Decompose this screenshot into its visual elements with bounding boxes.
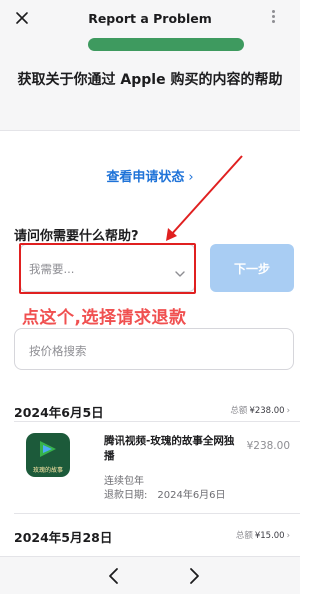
item-subtitle: 连续包年: [104, 476, 144, 487]
total-label: 总额: [230, 406, 248, 416]
page-title: Report a Problem: [88, 11, 212, 26]
refund-label: 退款日期:: [104, 490, 148, 501]
app-icon: 玫瑰的故事: [26, 433, 70, 477]
item-price: ¥238.00: [246, 440, 290, 452]
total-label: 总额: [235, 531, 253, 541]
annotation-text: 点这个,选择请求退款: [22, 308, 187, 328]
annotation-highlight-box: [19, 243, 196, 294]
more-icon[interactable]: [272, 10, 292, 28]
bottom-toolbar: [0, 556, 300, 594]
nav-bar: Report a Problem: [0, 0, 300, 38]
next-button[interactable]: 下一步: [210, 244, 294, 292]
chevron-right-icon: ›: [286, 531, 290, 541]
total-value: ¥238.00: [249, 406, 285, 416]
item-title: 腾讯视频-玫瑰的故事全网独播: [104, 435, 235, 462]
divider: [14, 513, 300, 514]
hero-heading: 获取关于你通过 Apple 购买的内容的帮助: [17, 72, 283, 88]
refund-date-value: 2024年6月6日: [157, 490, 226, 501]
chevron-right-icon: ›: [286, 406, 290, 416]
tencent-video-logo-icon: [40, 441, 56, 457]
back-icon[interactable]: [104, 566, 124, 586]
status-link-label: 查看申请状态: [106, 170, 185, 185]
hero-section: 获取关于你通过 Apple 购买的内容的帮助: [0, 38, 300, 131]
chevron-right-icon: ›: [188, 170, 194, 185]
search-placeholder: 按价格搜索: [29, 344, 87, 358]
purchase-group-total[interactable]: 总额 ¥238.00 ›: [230, 404, 290, 416]
help-question: 请问你需要什么帮助?: [14, 229, 139, 244]
purchase-group-total[interactable]: 总额 ¥15.00 ›: [236, 529, 290, 541]
item-refund-date: 退款日期: 2024年6月6日: [104, 486, 226, 501]
total-value: ¥15.00: [254, 531, 285, 541]
price-search-input[interactable]: 按价格搜索: [14, 328, 294, 370]
redaction-mark: [88, 38, 244, 51]
app-icon-caption: 玫瑰的故事: [32, 467, 63, 474]
purchase-group-date: 2024年5月28日: [14, 530, 113, 545]
purchase-group-date: 2024年6月5日: [14, 405, 104, 420]
view-request-status-link[interactable]: 查看申请状态 ›: [0, 166, 300, 185]
divider: [14, 421, 300, 422]
forward-icon[interactable]: [184, 566, 204, 586]
